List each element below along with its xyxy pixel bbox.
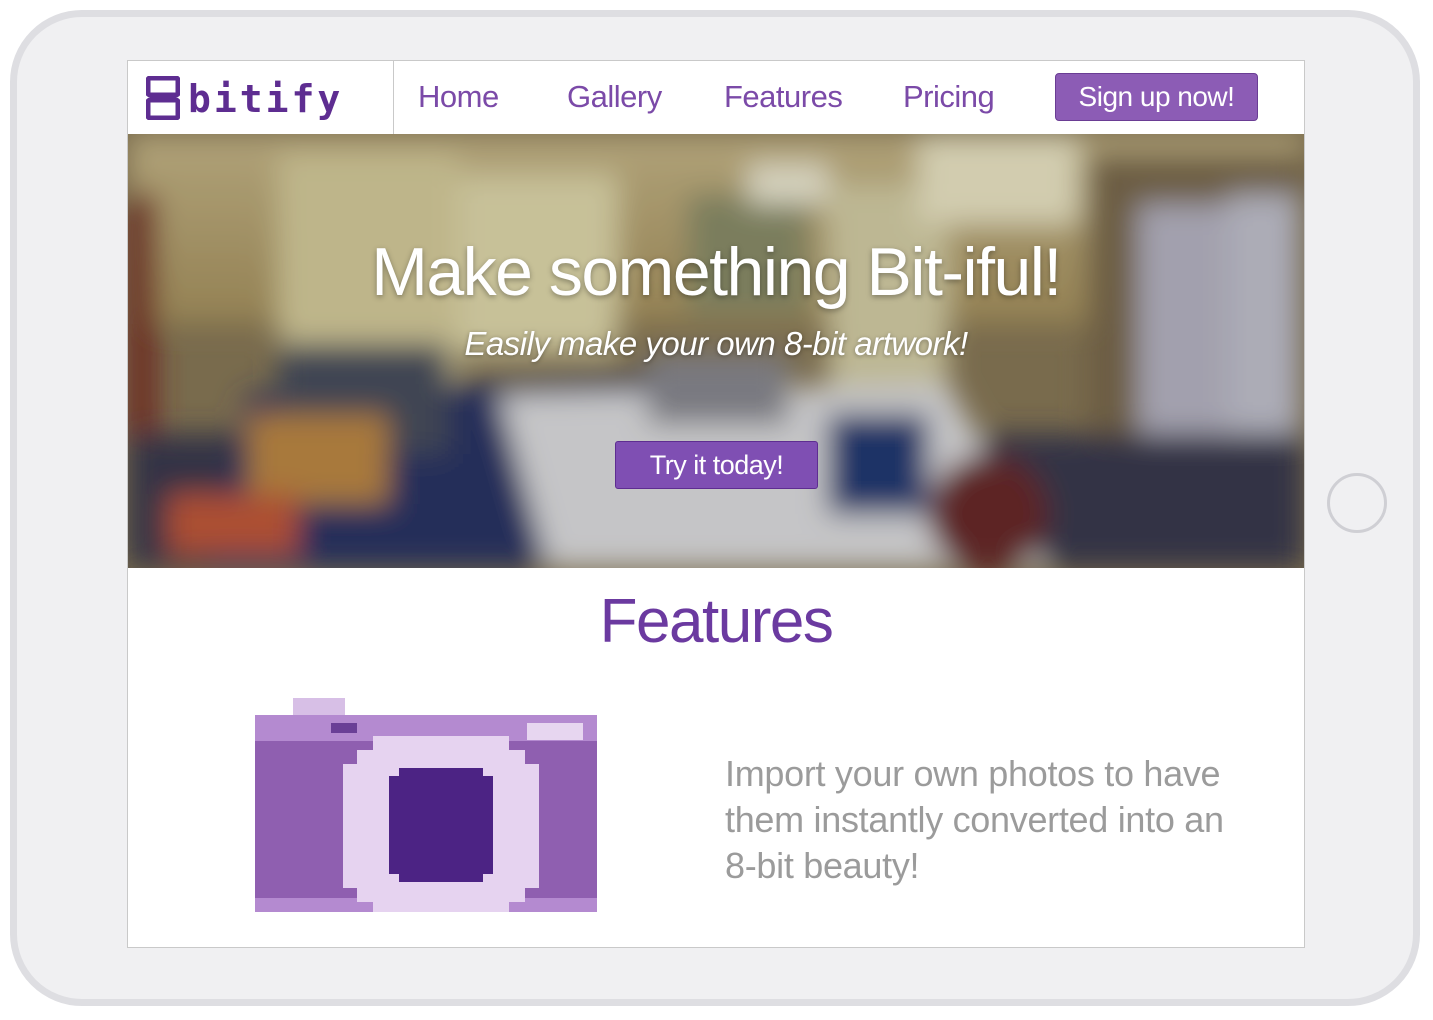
nav-pricing[interactable]: Pricing	[903, 79, 995, 115]
hero-banner: Make something Bit-iful! Easily make you…	[128, 134, 1304, 568]
sign-up-button[interactable]: Sign up now!	[1055, 73, 1258, 121]
nav-features[interactable]: Features	[724, 79, 843, 115]
logo-eight-glyph	[146, 76, 180, 120]
try-it-today-button[interactable]: Try it today!	[615, 441, 818, 489]
camera-icon	[255, 698, 597, 912]
hero-subtitle: Easily make your own 8-bit artwork!	[464, 325, 968, 362]
website-screen: bitify Home Gallery Features Pricing Sig…	[127, 60, 1305, 948]
tablet-home-button[interactable]	[1327, 473, 1387, 533]
brand-logo[interactable]: bitify	[146, 76, 370, 120]
nav-divider	[393, 61, 394, 134]
nav-gallery[interactable]: Gallery	[567, 79, 662, 115]
features-heading: Features	[599, 587, 834, 656]
logo-wordmark: bitify	[188, 77, 344, 121]
nav-home[interactable]: Home	[418, 79, 499, 115]
feature-description: Import your own photos to have them inst…	[725, 753, 1224, 886]
top-navbar: bitify Home Gallery Features Pricing Sig…	[128, 61, 1304, 134]
hero-title: Make something Bit-iful!	[371, 234, 1062, 310]
